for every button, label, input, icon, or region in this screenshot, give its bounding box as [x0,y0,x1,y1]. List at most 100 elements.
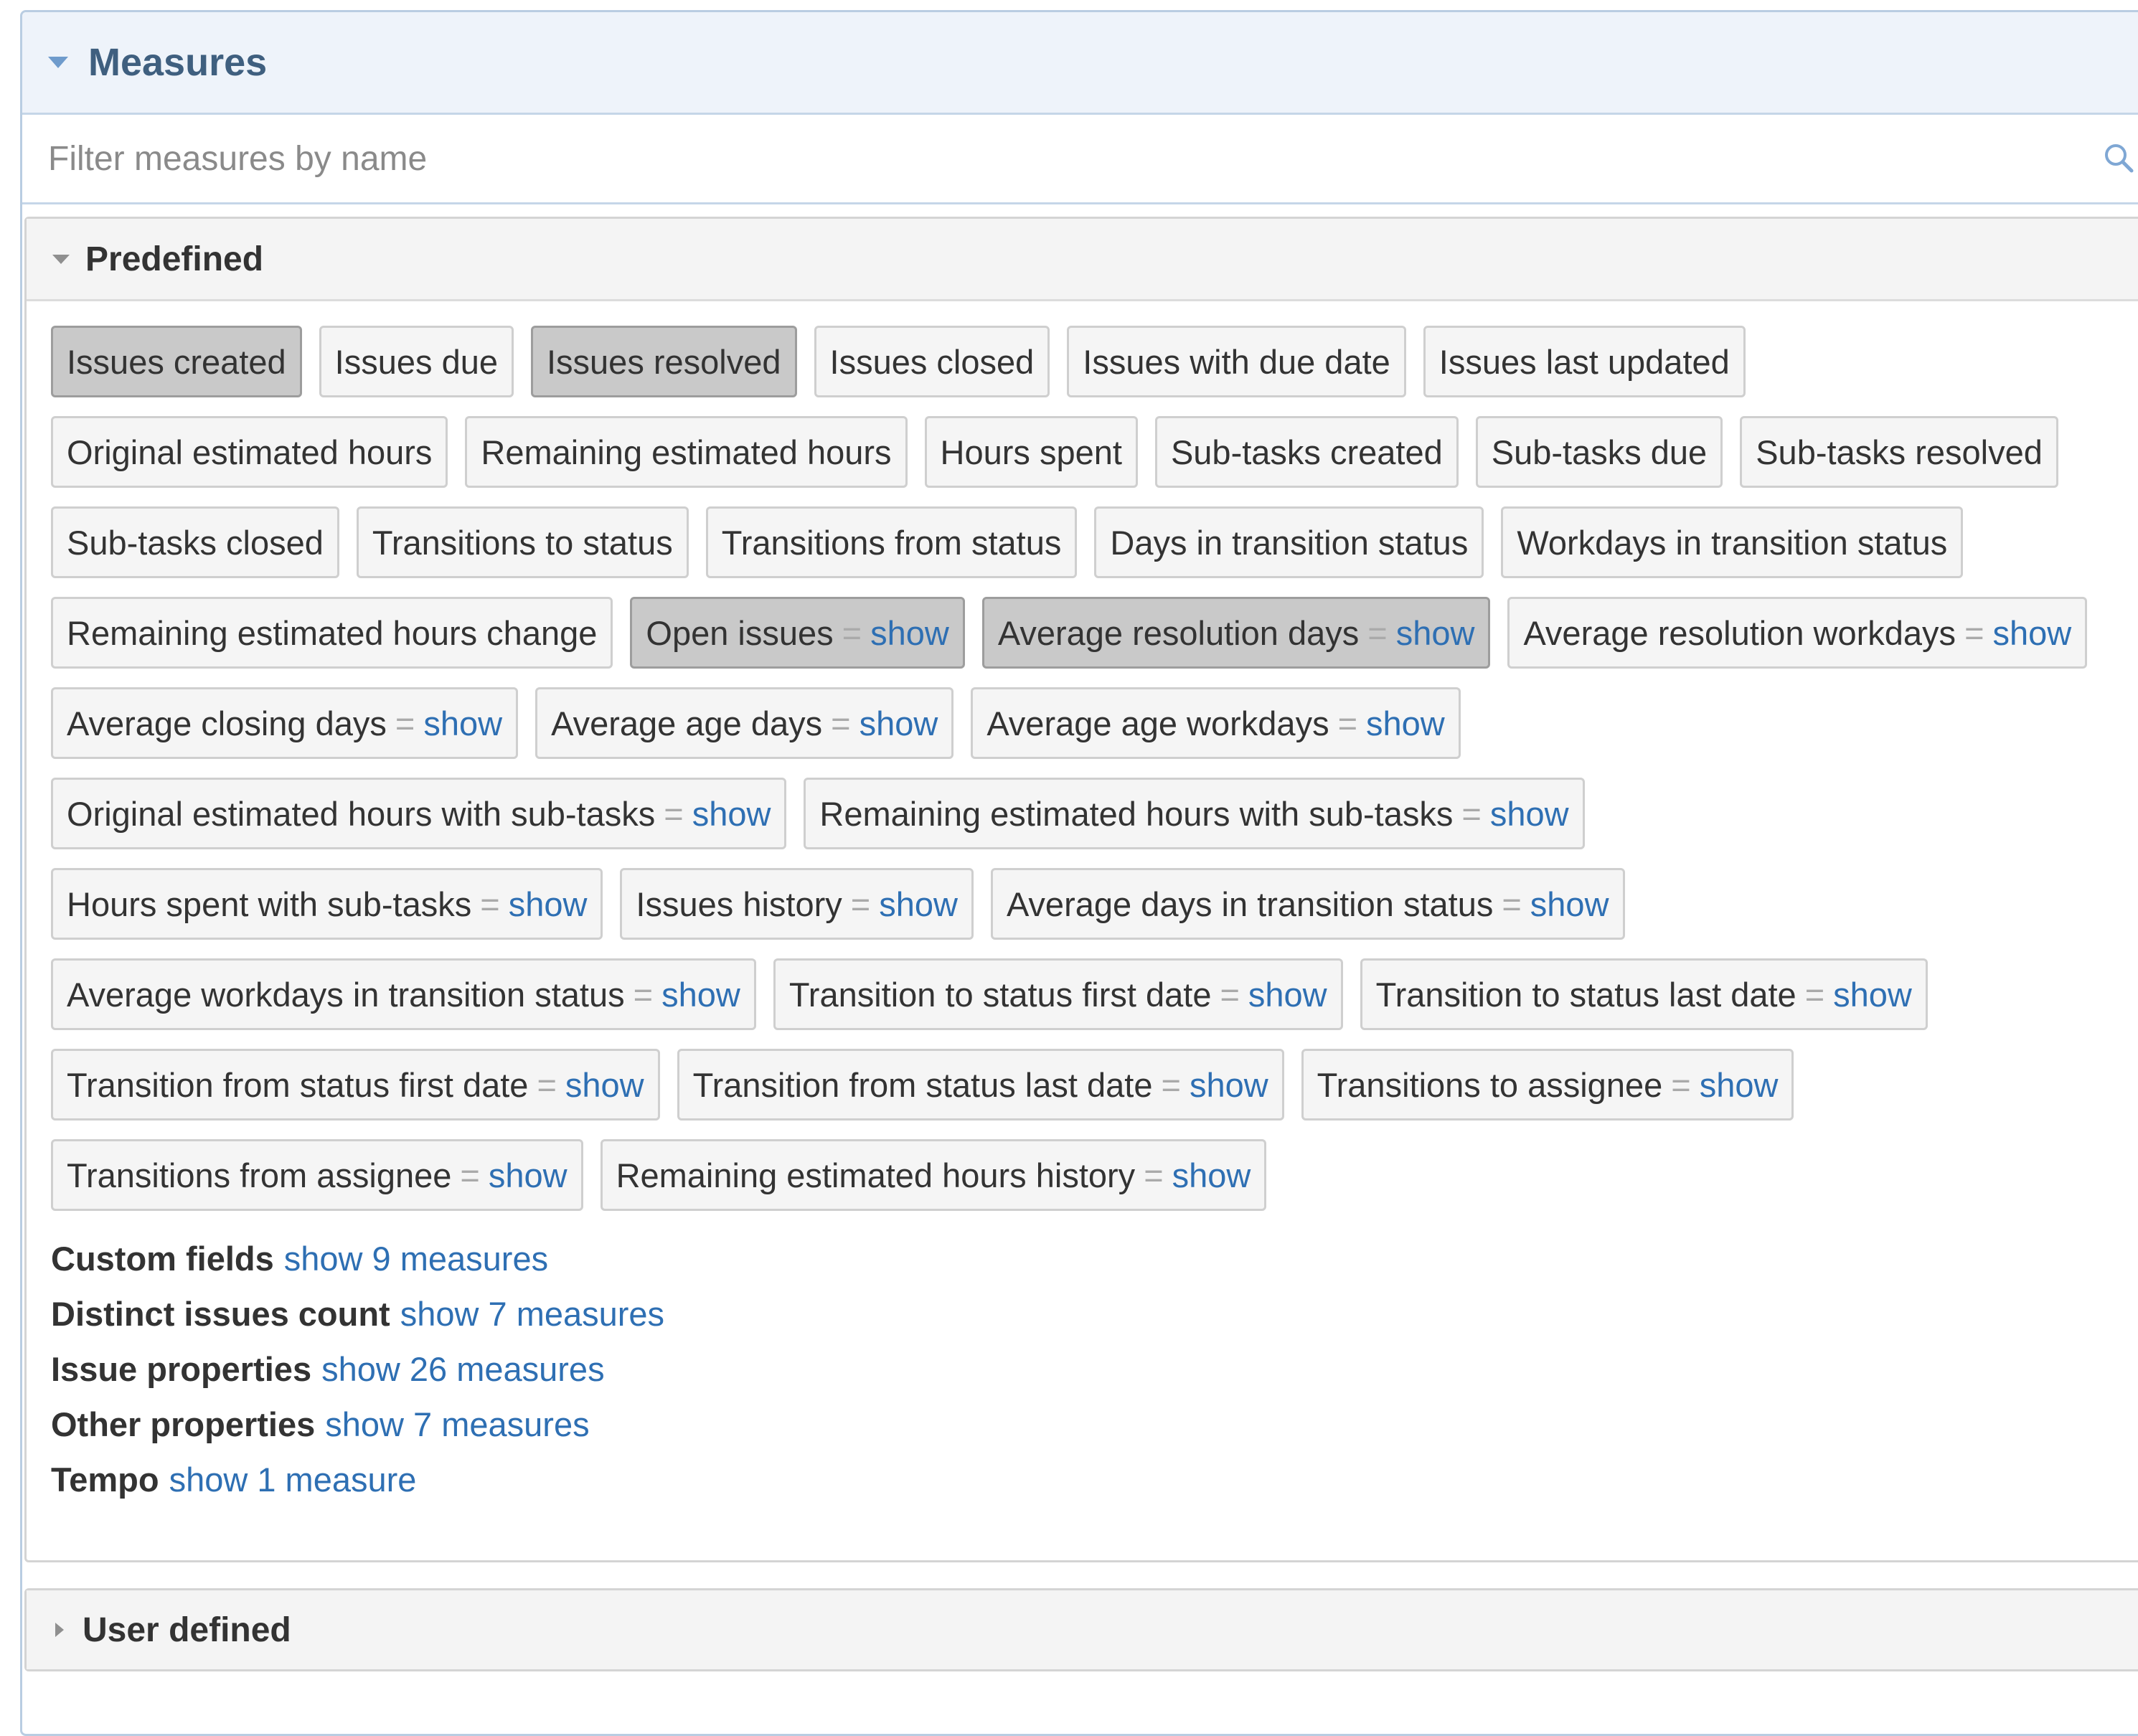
measure-chip[interactable]: Average days in transition status = show [990,868,1625,940]
user-defined-header[interactable]: User defined [27,1590,2138,1669]
measure-chip[interactable]: Issues closed [814,326,1050,397]
show-formula-link[interactable]: show [1396,613,1475,653]
measure-chip[interactable]: Issues due [319,326,514,397]
measure-chip[interactable]: Original estimated hours [51,416,448,488]
show-formula-link[interactable]: show [1833,975,1912,1014]
measure-label: Issues resolved [546,342,781,381]
predefined-title: Predefined [85,240,264,278]
measure-chip[interactable]: Workdays in transition status [1501,506,1964,578]
measure-label: Sub-tasks created [1170,433,1443,471]
measure-chip[interactable]: Sub-tasks resolved [1740,416,2058,488]
measure-chip[interactable]: Days in transition status [1094,506,1484,578]
measures-title: Measures [88,41,268,84]
measure-chip[interactable]: Open issues = show [630,597,965,669]
equals-sign: = [850,884,871,923]
show-group-measures-link[interactable]: show 1 measure [169,1461,417,1499]
measure-chip[interactable]: Transition to status first date = show [773,958,1343,1030]
show-formula-link[interactable]: show [1530,884,1609,924]
measure-chip[interactable]: Transition to status last date = show [1360,958,1928,1030]
show-formula-link[interactable]: show [1248,975,1327,1014]
measure-chip[interactable]: Average resolution workdays = show [1507,597,2088,669]
measure-chip[interactable]: Transitions to status [356,506,689,578]
measure-chip[interactable]: Average workdays in transition status = sh… [51,958,756,1030]
measure-chip[interactable]: Average resolution days = show [981,597,1491,669]
measure-chip[interactable]: Sub-tasks closed [51,506,339,578]
show-group-measures-link[interactable]: show 9 measures [284,1240,548,1278]
show-group-measures-link[interactable]: show 26 measures [321,1350,604,1388]
equals-sign: = [1161,1065,1181,1104]
measure-group-row: Issue properties show 26 measures [51,1341,2138,1397]
measure-chip[interactable]: Sub-tasks created [1154,416,1459,488]
equals-sign: = [1337,704,1358,742]
measure-group-row: Other properties show 7 measures [51,1397,2138,1452]
measure-chip[interactable]: Average age workdays = show [971,687,1461,759]
measure-chip[interactable]: Issues history = show [620,868,974,940]
show-group-measures-link[interactable]: show 7 measures [325,1405,589,1443]
show-formula-link[interactable]: show [692,794,771,834]
measure-label: Issues history [636,884,842,923]
show-formula-link[interactable]: show [423,704,502,743]
show-formula-link[interactable]: show [489,1156,568,1195]
show-formula-link[interactable]: show [1366,704,1445,743]
show-formula-link[interactable]: show [1700,1065,1779,1105]
show-formula-link[interactable]: show [1490,794,1569,834]
measure-label: Transitions to assignee [1317,1065,1663,1104]
measure-chip[interactable]: Issues with due date [1067,326,1406,397]
group-name: Distinct issues count [51,1295,390,1333]
measure-chip[interactable]: Remaining estimated hours with sub-tasks… [804,778,1585,849]
group-name: Tempo [51,1461,159,1499]
show-formula-link[interactable]: show [1190,1065,1268,1105]
measure-group-row: Distinct issues count show 7 measures [51,1286,2138,1341]
collapse-triangle-icon[interactable] [52,254,70,264]
measure-label: Average workdays in transition status [67,975,625,1014]
measure-groups: Custom fields show 9 measures Distinct iss… [27,1211,2138,1507]
show-formula-link[interactable]: show [565,1065,644,1105]
measure-label: Original estimated hours [67,433,433,471]
measure-label: Issues closed [829,342,1035,381]
measure-chip[interactable]: Hours spent [924,416,1138,488]
equals-sign: = [460,1156,480,1194]
measure-chip[interactable]: Issues resolved [530,326,797,397]
collapse-triangle-icon[interactable] [48,57,68,68]
measure-chip[interactable]: Issues created [51,326,302,397]
measure-label: Remaining estimated hours with sub-tasks [819,794,1454,833]
measure-chip[interactable]: Transition from status last date = show [677,1049,1284,1121]
show-formula-link[interactable]: show [1993,613,2072,653]
show-formula-link[interactable]: show [860,704,938,743]
measure-label: Transition to status first date [788,975,1212,1014]
show-formula-link[interactable]: show [879,884,958,924]
measure-chip[interactable]: Transitions from status [705,506,1078,578]
measure-label: Original estimated hours with sub-tasks [67,794,656,833]
filter-measures-input[interactable] [47,126,2058,192]
show-formula-link[interactable]: show [1172,1156,1251,1195]
measure-chip[interactable]: Average age days = show [535,687,954,759]
measure-chip[interactable]: Remaining estimated hours change [51,597,613,669]
measures-header[interactable]: Measures [22,12,2138,115]
predefined-header[interactable]: Predefined [27,219,2138,301]
equals-sign: = [842,613,862,652]
show-formula-link[interactable]: show [661,975,740,1014]
measure-chip[interactable]: Transitions from assignee = show [51,1139,583,1211]
expand-triangle-icon[interactable] [55,1623,64,1637]
measure-chip[interactable]: Hours spent with sub-tasks = show [51,868,603,940]
measure-chip[interactable]: Sub-tasks due [1475,416,1723,488]
search-icon[interactable] [2103,142,2134,174]
show-formula-link[interactable]: show [870,613,949,653]
measure-label: Issues created [67,342,286,381]
measure-label: Workdays in transition status [1517,523,1948,562]
measure-chip[interactable]: Issues last updated [1423,326,1746,397]
show-formula-link[interactable]: show [509,884,588,924]
measure-chip[interactable]: Original estimated hours with sub-tasks =… [51,778,787,849]
measure-label: Issues with due date [1083,342,1390,381]
equals-sign: = [480,884,500,923]
measure-chip[interactable]: Remaining estimated hours history = show [600,1139,1267,1211]
show-group-measures-link[interactable]: show 7 measures [400,1295,664,1333]
measure-chip[interactable]: Transition from status first date = show [51,1049,660,1121]
measure-label: Hours spent [940,433,1122,471]
measure-chip[interactable]: Average closing days = show [51,687,519,759]
measure-chip[interactable]: Transitions to assignee = show [1301,1049,1794,1121]
measure-label: Remaining estimated hours history [616,1156,1136,1194]
group-name: Issue properties [51,1350,312,1388]
measure-chip[interactable]: Remaining estimated hours [465,416,908,488]
equals-sign: = [664,794,684,833]
